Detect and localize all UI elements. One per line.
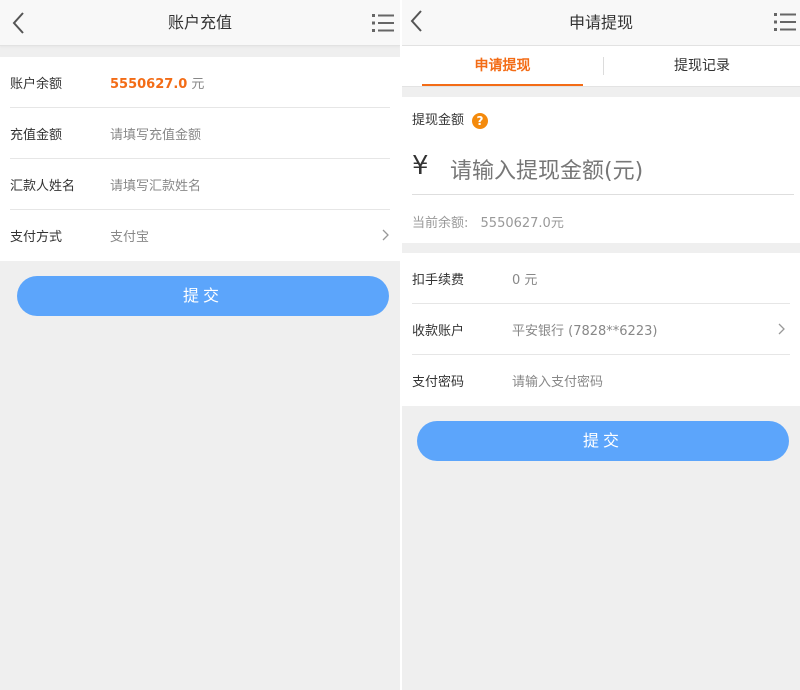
- withdraw-amount-card: 提现金额? ¥ 请输入提现金额(元) 当前余额: 5550627.0元: [402, 97, 800, 243]
- recharge-amount-row[interactable]: 充值金额 请填写充值金额: [10, 108, 390, 159]
- withdraw-screen: 申请提现 申请提现 提现记录 提现金额? ¥ 请输入提现金额(元) 当前余额: …: [402, 0, 800, 690]
- remitter-name-input[interactable]: 请填写汇款姓名: [110, 175, 390, 194]
- balance-unit: 元: [191, 76, 205, 92]
- payment-password-row[interactable]: 支付密码 请输入支付密码: [412, 355, 790, 406]
- current-balance: 当前余额: 5550627.0元: [412, 212, 564, 231]
- current-balance-value: 5550627.0元: [480, 216, 564, 231]
- balance-row: 账户余额 5550627.0 元: [10, 57, 390, 108]
- yuan-symbol: ¥: [412, 151, 429, 181]
- fee-label: 扣手续费: [412, 272, 465, 288]
- payment-password-input[interactable]: 请输入支付密码: [512, 371, 790, 390]
- withdraw-amount-input[interactable]: 请输入提现金额(元): [450, 153, 643, 185]
- chevron-right-icon: [778, 323, 785, 335]
- recharge-form: 账户余额 5550627.0 元 充值金额 请填写充值金额 汇款人姓名 请填写汇款…: [0, 57, 400, 261]
- balance-label: 账户余额: [10, 76, 63, 92]
- recharge-amount-input[interactable]: 请填写充值金额: [110, 124, 390, 143]
- receiving-account-row[interactable]: 收款账户 平安银行 (7828**6223): [412, 304, 790, 355]
- withdraw-details-form: 扣手续费 0 元 收款账户 平安银行 (7828**6223) 支付密码 请输入…: [402, 253, 800, 406]
- withdraw-submit-button[interactable]: 提交: [417, 421, 789, 461]
- page-title: 申请提现: [568, 13, 633, 32]
- recharge-screen: 账户充值 账户余额 5550627.0 元 充值金额 请填写充值金额 汇款人姓名 …: [0, 0, 400, 690]
- receiving-account-label: 收款账户: [412, 323, 465, 339]
- payment-method-value[interactable]: 支付宝: [110, 226, 390, 245]
- withdraw-header: 申请提现: [402, 0, 800, 46]
- tab-apply-withdraw[interactable]: 申请提现: [422, 46, 583, 86]
- list-menu-icon[interactable]: [370, 11, 396, 35]
- active-tab-indicator: [422, 84, 583, 86]
- list-menu-icon[interactable]: [772, 10, 798, 34]
- chevron-right-icon: [382, 229, 389, 241]
- page-title: 账户充值: [167, 13, 232, 32]
- payment-method-row[interactable]: 支付方式 支付宝: [10, 210, 390, 261]
- recharge-amount-label: 充值金额: [10, 127, 63, 143]
- current-balance-label: 当前余额:: [412, 216, 469, 231]
- help-icon[interactable]: ?: [472, 112, 489, 129]
- remitter-name-label: 汇款人姓名: [10, 178, 76, 194]
- withdraw-tabs: 申请提现 提现记录: [402, 46, 800, 87]
- remitter-name-row[interactable]: 汇款人姓名 请填写汇款姓名: [10, 159, 390, 210]
- withdraw-amount-label: 提现金额: [412, 113, 465, 128]
- withdraw-amount-header: 提现金额?: [412, 109, 489, 129]
- recharge-header: 账户充值: [0, 0, 400, 46]
- receiving-account-value[interactable]: 平安银行 (7828**6223): [512, 320, 790, 339]
- fee-value: 0 元: [512, 272, 538, 288]
- fee-row: 扣手续费 0 元: [412, 253, 790, 304]
- balance-value: 5550627.0 元: [110, 76, 205, 92]
- withdraw-amount-field[interactable]: ¥ 请输入提现金额(元): [412, 141, 794, 195]
- payment-method-label: 支付方式: [10, 230, 63, 245]
- recharge-submit-button[interactable]: 提交: [17, 276, 389, 316]
- payment-password-label: 支付密码: [412, 375, 465, 390]
- tab-withdraw-records[interactable]: 提现记录: [604, 46, 800, 86]
